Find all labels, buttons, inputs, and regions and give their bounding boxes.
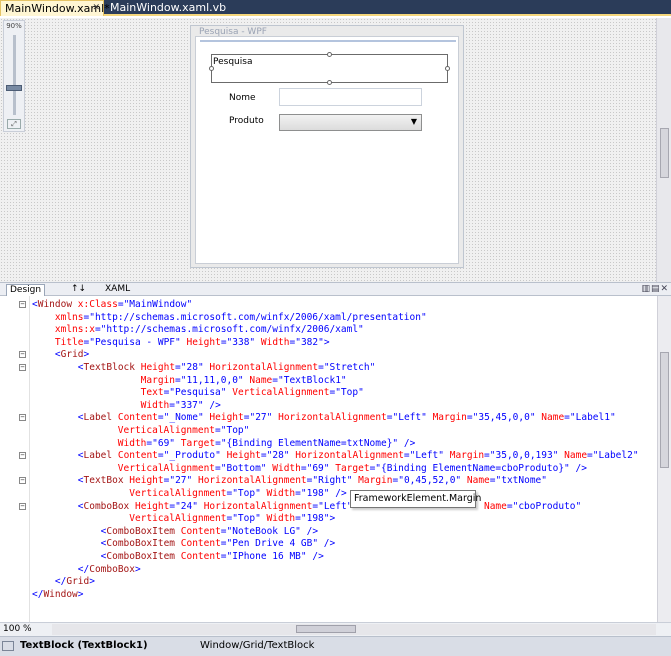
code-line[interactable]: <ComboBoxItem Content="Pen Drive 4 GB" /… <box>32 538 336 550</box>
resize-handle[interactable] <box>445 66 450 71</box>
tab-design[interactable]: Design <box>6 284 46 296</box>
cboproduto-combobox[interactable]: ▼ <box>279 114 422 131</box>
code-line[interactable]: VerticalAlignment="Top" Width="198"> <box>32 513 335 525</box>
scrollbar-thumb[interactable] <box>660 128 669 178</box>
tab-xaml[interactable]: XAML <box>102 284 133 296</box>
code-line[interactable]: Margin="11,11,0,0" Name="TextBlock1" <box>32 375 347 387</box>
code-line[interactable]: </Window> <box>32 589 84 601</box>
label-produto[interactable]: Produto <box>229 116 264 126</box>
collapse-icon[interactable]: − <box>19 364 26 371</box>
collapse-icon[interactable]: − <box>19 452 26 460</box>
code-vertical-scrollbar[interactable] <box>657 296 671 622</box>
zoom-indicator: 90% <box>6 22 22 30</box>
collapse-icon[interactable]: − <box>19 301 26 308</box>
code-line[interactable]: Width="337" /> <box>32 400 221 412</box>
code-line[interactable]: Width="69" Target="{Binding ElementName=… <box>32 438 416 450</box>
zoom-combobox[interactable]: 100 % <box>3 624 32 634</box>
code-line[interactable]: </Grid> <box>32 576 95 588</box>
split-view-bar: Design ↑↓ XAML ▥▤✕ <box>0 282 671 296</box>
resize-handle[interactable] <box>209 66 214 71</box>
code-line[interactable]: <TextBox Height="27" HorizontalAlignment… <box>32 475 547 487</box>
resize-handle[interactable] <box>327 80 332 85</box>
label-nome[interactable]: Nome <box>229 93 256 103</box>
code-line[interactable]: Title="Pesquisa - WPF" Height="338" Widt… <box>32 337 330 349</box>
grid-ruler <box>200 40 456 42</box>
window-client-area[interactable]: Pesquisa Nome Produto ▼ <box>195 36 459 264</box>
selection-icon <box>2 641 14 651</box>
collapse-icon[interactable]: − <box>19 414 26 422</box>
code-line[interactable]: VerticalAlignment="Top" Width="198" /> <box>32 488 346 500</box>
zoom-slider-panel[interactable]: 90% ⤢ <box>3 20 25 132</box>
zoom-slider-thumb[interactable] <box>6 85 22 91</box>
document-tab-bar: MainWindow.xaml* ✕ MainWindow.xaml.vb <box>0 0 671 16</box>
code-line[interactable]: </ComboBox> <box>32 564 141 576</box>
code-horizontal-scrollbar[interactable] <box>52 624 656 635</box>
collapse-icon[interactable]: − <box>19 351 26 359</box>
tab-mainwindow-xaml[interactable]: MainWindow.xaml* ✕ <box>0 0 110 16</box>
textblock-pesquisa[interactable]: Pesquisa <box>209 52 450 85</box>
intellisense-tooltip: FrameworkElement.Margin <box>350 490 481 508</box>
zoom-slider-track[interactable] <box>13 35 16 115</box>
selected-element: TextBlock (TextBlock1) <box>20 640 148 651</box>
code-line[interactable]: <Label Content="_Nome" Height="27" Horiz… <box>32 412 616 424</box>
chevron-down-icon: ▼ <box>410 117 417 126</box>
scrollbar-thumb[interactable] <box>660 352 669 468</box>
code-line[interactable]: <ComboBox Height="24" HorizontalAlignmen… <box>32 501 581 513</box>
code-line[interactable]: <ComboBoxItem Content="NoteBook LG" /> <box>32 526 318 538</box>
split-layout-buttons[interactable]: ▥▤✕ <box>641 284 669 294</box>
design-vertical-scrollbar[interactable] <box>656 18 671 282</box>
code-line[interactable]: xmlns="http://schemas.microsoft.com/winf… <box>32 312 427 324</box>
editor-zoom-row: 100 % <box>0 622 671 636</box>
close-icon[interactable]: ✕ <box>92 1 100 16</box>
scrollbar-thumb[interactable] <box>296 625 356 633</box>
code-line[interactable]: <ComboBoxItem Content="IPhone 16 MB" /> <box>32 551 324 563</box>
tab-mainwindow-xaml-vb[interactable]: MainWindow.xaml.vb <box>106 0 226 16</box>
txtnome-textbox[interactable] <box>279 88 422 106</box>
fit-to-window-icon[interactable]: ⤢ <box>7 119 21 129</box>
tab-label: MainWindow.xaml.vb <box>110 1 227 14</box>
wpf-window-preview[interactable]: Pesquisa - WPF Pesquisa Nome Produto ▼ <box>190 25 464 268</box>
status-bar: TextBlock (TextBlock1) Window/Grid/TextB… <box>0 636 671 656</box>
resize-handle[interactable] <box>327 52 332 57</box>
code-line[interactable]: <Window x:Class="MainWindow" <box>32 299 192 311</box>
code-line[interactable]: <Label Content="_Produto" Height="28" Ho… <box>32 450 639 462</box>
xaml-code-editor[interactable]: <Window x:Class="MainWindow" − xmlns="htt… <box>0 296 657 622</box>
code-line[interactable]: Text="Pesquisa" VerticalAlignment="Top" <box>32 387 364 399</box>
code-line[interactable]: <TextBlock Height="28" HorizontalAlignme… <box>32 362 376 374</box>
code-line[interactable]: xmlns:x="http://schemas.microsoft.com/wi… <box>32 324 364 336</box>
collapse-icon[interactable]: − <box>19 477 26 485</box>
code-line[interactable]: VerticalAlignment="Bottom" Width="69" Ta… <box>32 463 587 475</box>
textblock-text: Pesquisa <box>213 57 253 67</box>
code-line[interactable]: VerticalAlignment="Top" <box>32 425 250 437</box>
collapse-icon[interactable]: − <box>19 502 26 510</box>
breadcrumb[interactable]: Window/Grid/TextBlock <box>200 637 314 655</box>
code-line[interactable]: <Grid> <box>32 349 89 361</box>
swap-panes-button[interactable]: ↑↓ <box>68 284 89 296</box>
